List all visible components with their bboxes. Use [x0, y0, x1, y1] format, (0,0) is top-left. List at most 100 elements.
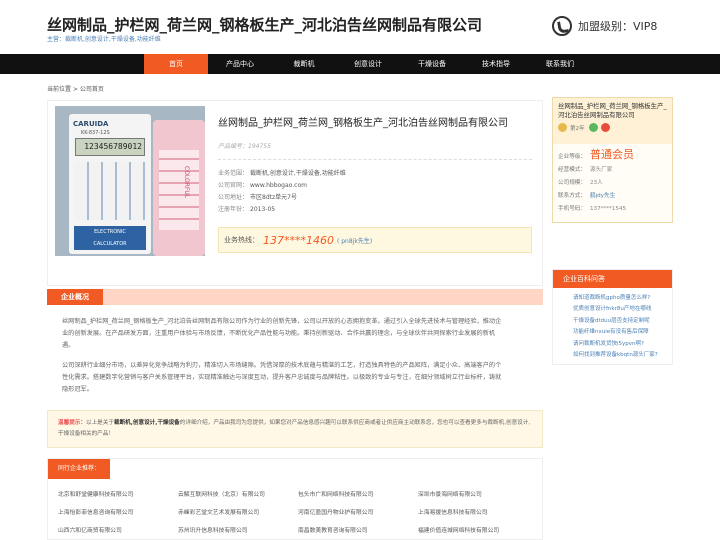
peer-company-link[interactable]: 包头市广和网络科技有限公司 [298, 489, 418, 498]
info-value-link[interactable]: www.hbbogao.com [250, 182, 307, 189]
profile-value: 137****1545 [589, 206, 627, 212]
hotline-box: 业务热线： 137****1460 ( pn8jk先生) [218, 227, 532, 253]
faq-box: 企业百科问答 请知道裁断机gpho质量怎么样? 优质创意设计fnkr8u产地在哪… [552, 269, 673, 365]
nav-item-tech-guide[interactable]: 技术指导 [464, 54, 528, 74]
hotline-label: 业务热线： [224, 236, 259, 244]
profile-key: 经营模式： [558, 167, 586, 173]
product-number-value: 194755 [248, 143, 271, 150]
company-profile-title[interactable]: 丝网制品_护栏网_荷兰网_钢格板生产_河北泊告丝网制品有限公司 [558, 102, 667, 120]
nav-item-products[interactable]: 产品中心 [208, 54, 272, 74]
info-row-year: 注册年份： 2013-05 [218, 204, 346, 216]
profile-key: 企业等级： [558, 154, 586, 160]
info-row-address: 公司地址： 市区8dtz单元7号 [218, 192, 346, 204]
profile-value: 源头厂家 [589, 167, 613, 173]
peer-company-link[interactable]: 上海易援信息科技有限公司 [418, 507, 538, 516]
profile-key: 公司规模： [558, 180, 586, 186]
info-key: 注册年份： [218, 206, 249, 213]
calculator-label-line1: ELECTRONIC [94, 229, 126, 235]
hotline-contact: ( pn8jk先生) [337, 237, 373, 245]
main-nav: 首页 产品中心 裁断机 创意设计 干燥设备 技术指导 联系我们 [0, 54, 720, 74]
nav-item-creative-design[interactable]: 创意设计 [336, 54, 400, 74]
intro-paragraph-2: 公司深耕行业细分市场，以差异化竞争战略为利刃，精准切入市场缝隙。凭借深厚的技术底… [62, 362, 502, 393]
calculator-screen: 123456789012 [75, 138, 145, 156]
hotline-number[interactable]: 137****1460 [263, 234, 334, 247]
profile-row-level: 企业等级： 普通会员 [558, 148, 667, 164]
tip-prefix: 温馨提示： [58, 420, 86, 426]
badge-icon [600, 123, 610, 132]
nav-item-contact[interactable]: 联系我们 [528, 54, 592, 74]
faq-link[interactable]: 如何找到推荐设备kbqtn源头厂家? [573, 350, 672, 361]
profile-key: 手机号码： [558, 206, 586, 212]
peer-companies-tab: 同行企业推荐： [48, 459, 110, 479]
vip-level-text: 加盟级别：VIP8 [578, 20, 658, 33]
info-row-scope: 业务范围： 裁断机,创意设计,干燥设备,功能纤维 [218, 168, 346, 180]
nav-item-cutting-machine[interactable]: 裁断机 [272, 54, 336, 74]
peer-company-link[interactable]: 北京和舒堂健康科技有限公司 [58, 489, 178, 498]
profile-row-mobile: 手机号码： 137****1545 [558, 203, 667, 216]
faq-link[interactable]: 请知道裁断机gpho质量怎么样? [573, 293, 672, 304]
membership-years: 第2年 [570, 125, 585, 132]
faq-link[interactable]: 请问裁断机发货快i5ypvn啊? [573, 339, 672, 350]
peer-company-link[interactable]: 福建价值连城网络科技有限公司 [418, 525, 538, 534]
nav-item-home[interactable]: 首页 [144, 54, 208, 74]
product-divider [218, 159, 532, 160]
calculator-illustration: CARUIDA KK-837-12S 123456789012 ELECTRON… [69, 114, 151, 254]
peer-company-link[interactable]: 深圳市景海网络有限公司 [418, 489, 538, 498]
phone-icon [552, 16, 572, 36]
medal-icon [558, 123, 567, 132]
info-key: 公司官网： [218, 182, 249, 189]
calculator-keys [75, 162, 145, 220]
peer-company-link[interactable]: 上海怡彭菲信息咨询有限公司 [58, 507, 178, 516]
product-info: 业务范围： 裁断机,创意设计,干燥设备,功能纤维 公司官网： www.hbbogao… [218, 168, 346, 216]
product-number: 产品编号：194755 [218, 141, 271, 150]
profile-row-mode: 经营模式： 源头厂家 [558, 164, 667, 177]
profile-value-link[interactable]: 鹤jdy先生 [590, 193, 615, 199]
company-badges: 第2年 [558, 123, 667, 132]
intro-paragraph-1: 丝网制品_护栏网_荷兰网_钢格板生产_河北泊告丝网制品有限公司作为行业的创新先锋… [62, 318, 502, 349]
tip-highlight: 裁断机,创意设计,干燥设备 [113, 420, 180, 426]
info-key: 公司地址： [218, 194, 249, 201]
peer-company-link[interactable]: 山西六和亿商贸有限公司 [58, 525, 178, 534]
profile-row-size: 公司规模： 23人 [558, 177, 667, 190]
peer-company-link[interactable]: 云解互联网科技（北京）有限公司 [178, 489, 298, 498]
info-value: 裁断机,创意设计,干燥设备,功能纤维 [250, 170, 346, 177]
calculator-model: KK-837-12S [81, 130, 110, 136]
faq-link[interactable]: 功能纤维nxuie有没有售后保障 [573, 327, 672, 338]
peer-company-link[interactable]: 南昌数美教育咨询有限公司 [298, 525, 418, 534]
tip-text-1: 以上是关于 [85, 420, 114, 426]
profile-value: 普通会员 [589, 148, 634, 161]
company-intro: 丝网制品_护栏网_荷兰网_钢格板生产_河北泊告丝网制品有限公司作为行业的创新先锋… [62, 316, 502, 396]
faq-list: 请知道裁断机gpho质量怎么样? 优质创意设计fnkr8u产地在哪线 干燥设备d… [553, 288, 672, 361]
peer-company-link[interactable]: 苏州讯升信息科技有限公司 [178, 525, 298, 534]
company-profile-rows: 企业等级： 普通会员 经营模式： 源头厂家 公司规模： 23人 联系方式： 鹤jdy先生… [553, 144, 672, 220]
vip-level-block: 加盟级别：VIP8 [552, 16, 657, 36]
intro-section-header: 企业概况 [47, 289, 543, 305]
peer-companies-grid: 北京和舒堂健康科技有限公司 云解互联网科技（北京）有限公司 包头市广和网络科技有… [58, 489, 538, 534]
product-card: CARUIDA KK-837-12S 123456789012 ELECTRON… [47, 100, 543, 286]
warm-tip: 温馨提示：以上是关于裁断机,创意设计,干燥设备的详细介绍，产品由我司为您提供，如… [47, 410, 543, 448]
faq-link[interactable]: 优质创意设计fnkr8u产地在哪线 [573, 304, 672, 315]
peer-company-link[interactable]: 赤峰彩艺堂文艺术发展有限公司 [178, 507, 298, 516]
info-key: 业务范围： [218, 170, 249, 177]
tab-company-overview[interactable]: 企业概况 [47, 289, 103, 305]
company-profile-card: 丝网制品_护栏网_荷兰网_钢格板生产_河北泊告丝网制品有限公司 第2年 企业等级… [552, 97, 673, 223]
calculator-label: ELECTRONIC CALCULATOR [74, 226, 146, 250]
breadcrumb[interactable]: 当前位置 > 公司首页 [47, 84, 104, 93]
faq-link[interactable]: 干燥设备dtduu层否支持定制呢 [573, 316, 672, 327]
shield-icon [588, 123, 598, 132]
calculator-brand: CARUIDA [73, 120, 109, 128]
profile-row-contact: 联系方式： 鹤jdy先生 [558, 190, 667, 203]
info-row-website: 公司官网： www.hbbogao.com [218, 180, 346, 192]
site-subtitle: 主营：裁断机,创意设计,干燥设备,功能纤维 [47, 36, 161, 43]
peer-company-link[interactable]: 河南亿盈国丹物业护有限公司 [298, 507, 418, 516]
product-image[interactable]: CARUIDA KK-837-12S 123456789012 ELECTRON… [55, 106, 205, 256]
site-title: 丝网制品_护栏网_荷兰网_钢格板生产_河北泊告丝网制品有限公司 [47, 16, 483, 34]
nav-item-drying-equipment[interactable]: 干燥设备 [400, 54, 464, 74]
peer-companies: 同行企业推荐： 北京和舒堂健康科技有限公司 云解互联网科技（北京）有限公司 包头… [47, 458, 543, 540]
product-number-label: 产品编号： [218, 143, 249, 150]
profile-key: 联系方式： [558, 193, 586, 199]
pink-calculator-text: COLORFUL [183, 166, 190, 199]
pink-calculator-illustration: COLORFUL [153, 120, 205, 256]
calculator-label-line2: CALCULATOR [93, 241, 127, 247]
info-value: 市区8dtz单元7号 [250, 194, 297, 201]
